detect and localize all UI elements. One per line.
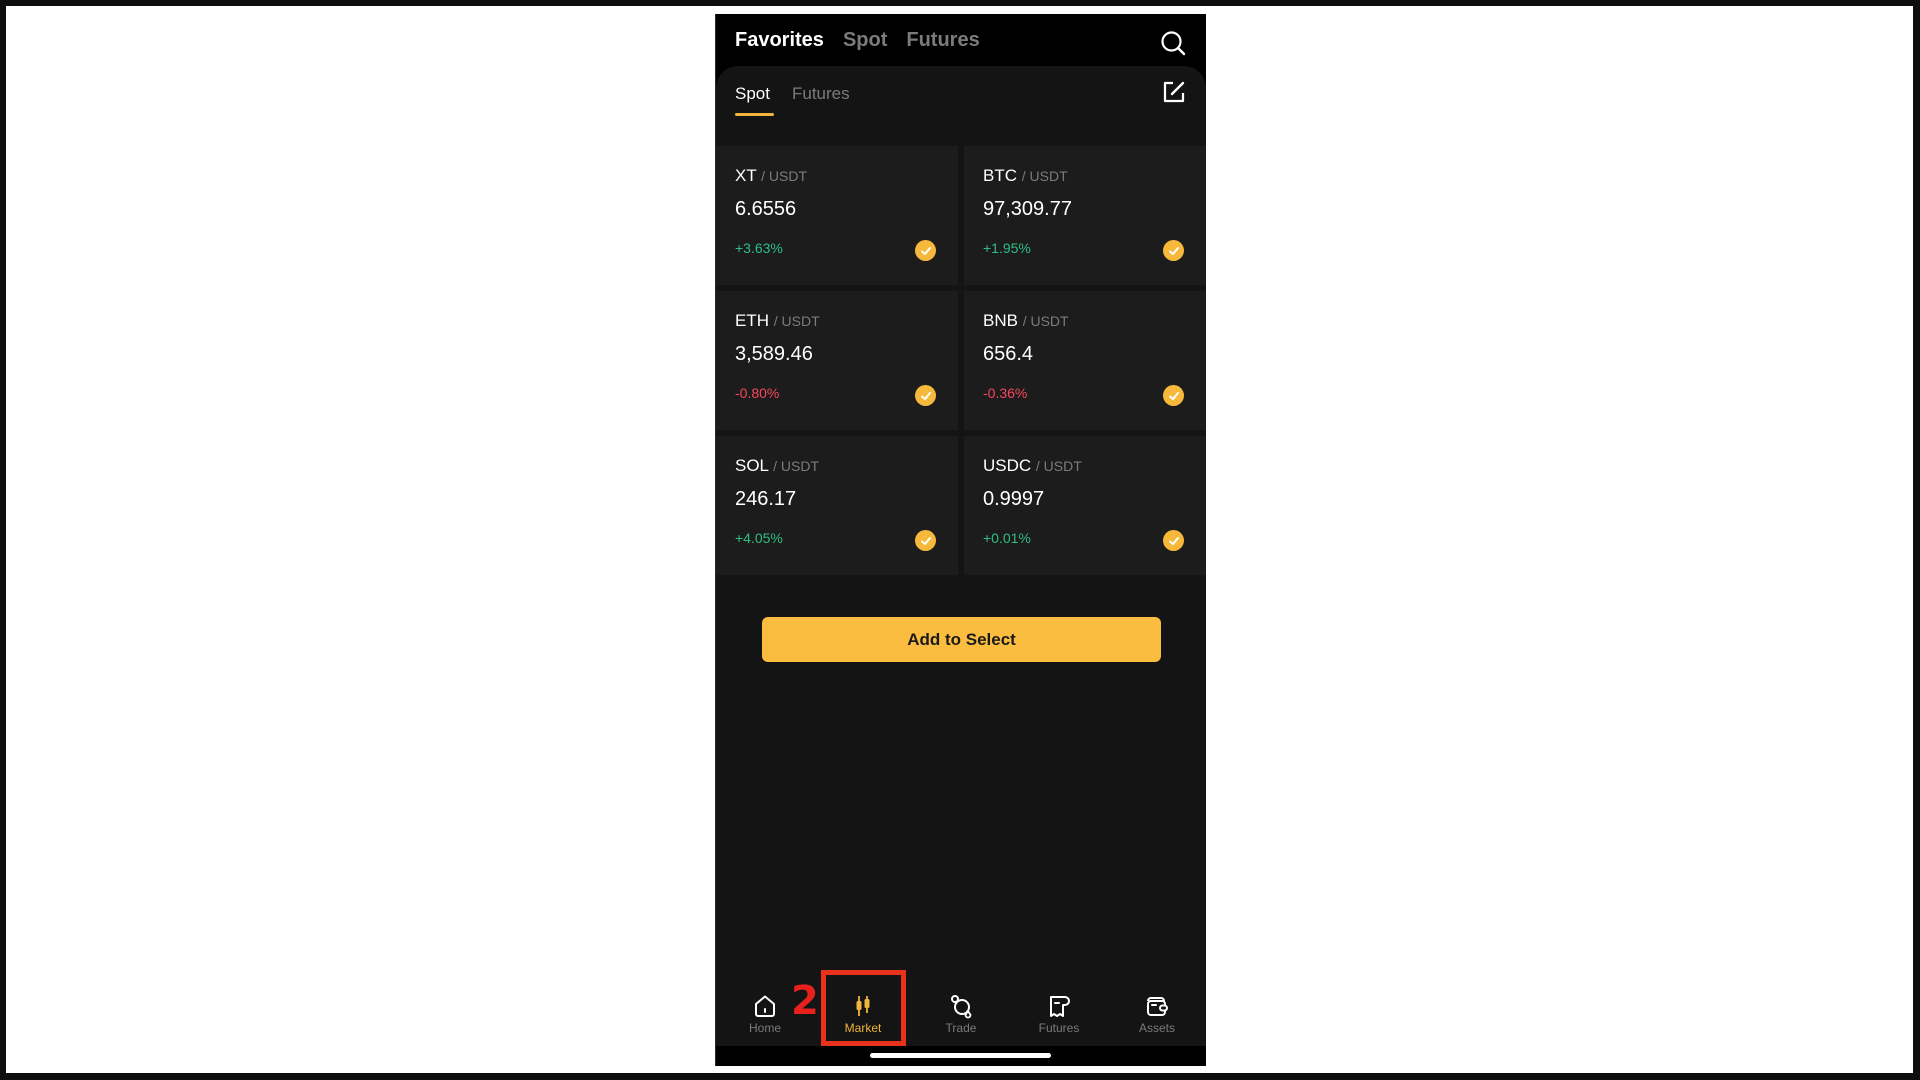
check-icon	[920, 246, 931, 255]
pair-price: 246.17	[735, 488, 797, 510]
pair-name: XT / USDT	[735, 166, 807, 186]
pair-change: +4.05%	[735, 530, 783, 546]
pair-price: 3,589.46	[735, 343, 813, 365]
home-indicator[interactable]	[870, 1053, 1051, 1058]
pair-card-xt[interactable]: XT / USDT 6.6556 +3.63%	[716, 146, 958, 285]
select-toggle[interactable]	[1163, 240, 1184, 261]
favorites-grid: XT / USDT 6.6556 +3.63% BTC / USDT 97,30…	[716, 146, 1206, 575]
base-symbol: BNB	[983, 311, 1018, 330]
search-icon	[1161, 31, 1186, 56]
nav-trade[interactable]: Trade	[912, 980, 1010, 1046]
pair-card-eth[interactable]: ETH / USDT 3,589.46 -0.80%	[716, 291, 958, 430]
pair-card-sol[interactable]: SOL / USDT 246.17 +4.05%	[716, 436, 958, 575]
annotation-step-number: 2	[791, 978, 819, 1024]
subtab-spot[interactable]: Spot	[735, 84, 774, 116]
nav-assets-label: Assets	[1138, 1021, 1175, 1035]
quote-symbol: / USDT	[1035, 458, 1082, 474]
pair-name: BNB / USDT	[983, 311, 1069, 331]
pair-price: 656.4	[983, 343, 1034, 365]
add-to-select-button[interactable]: Add to Select	[762, 617, 1161, 662]
edit-favorites-button[interactable]	[1162, 80, 1186, 104]
check-icon	[920, 536, 931, 545]
select-toggle[interactable]	[915, 530, 936, 551]
pair-change: -0.80%	[735, 385, 780, 401]
select-toggle[interactable]	[1163, 530, 1184, 551]
base-symbol: USDC	[983, 456, 1032, 475]
annotation-highlight-box	[821, 970, 906, 1046]
nav-futures[interactable]: Futures	[1010, 980, 1108, 1046]
quote-symbol: / USDT	[773, 458, 820, 474]
check-icon	[1168, 391, 1179, 400]
pair-change: +3.63%	[735, 240, 783, 256]
pair-name: USDC / USDT	[983, 456, 1082, 476]
nav-home-label: Home	[748, 1021, 781, 1035]
pair-change: +0.01%	[983, 530, 1031, 546]
select-toggle[interactable]	[915, 385, 936, 406]
home-indicator-area	[716, 1046, 1206, 1066]
pair-price: 0.9997	[983, 488, 1045, 510]
base-symbol: ETH	[735, 311, 769, 330]
base-symbol: XT	[735, 166, 757, 185]
select-toggle[interactable]	[1163, 385, 1184, 406]
pair-name: BTC / USDT	[983, 166, 1068, 186]
tab-futures[interactable]: Futures	[906, 29, 979, 52]
pair-price: 97,309.77	[983, 198, 1072, 220]
quote-symbol: / USDT	[1021, 168, 1068, 184]
market-category-tabs: Favorites Spot Futures	[716, 14, 1206, 66]
quote-symbol: / USDT	[761, 168, 808, 184]
futures-icon	[1050, 996, 1070, 1017]
pair-card-btc[interactable]: BTC / USDT 97,309.77 +1.95%	[964, 146, 1206, 285]
edit-icon	[1163, 81, 1185, 103]
favorites-panel: Spot Futures XT / USDT 6.6556 +3.63% BTC…	[716, 66, 1206, 1046]
search-button[interactable]	[1160, 30, 1186, 56]
select-toggle[interactable]	[915, 240, 936, 261]
nav-assets[interactable]: Assets	[1108, 980, 1206, 1046]
subtab-futures[interactable]: Futures	[792, 84, 850, 116]
nav-futures-label: Futures	[1038, 1021, 1080, 1035]
pair-change: +1.95%	[983, 240, 1031, 256]
quote-symbol: / USDT	[1022, 313, 1069, 329]
base-symbol: SOL	[735, 456, 769, 475]
pair-name: SOL / USDT	[735, 456, 819, 476]
nav-trade-label: Trade	[945, 1021, 977, 1035]
quote-symbol: / USDT	[773, 313, 820, 329]
pair-change: -0.36%	[983, 385, 1028, 401]
check-icon	[1168, 536, 1179, 545]
pair-card-bnb[interactable]: BNB / USDT 656.4 -0.36%	[964, 291, 1206, 430]
tab-spot[interactable]: Spot	[843, 29, 887, 52]
base-symbol: BTC	[983, 166, 1017, 185]
pair-name: ETH / USDT	[735, 311, 820, 331]
home-icon	[755, 995, 775, 1017]
pair-price: 6.6556	[735, 198, 797, 220]
trade-icon	[951, 995, 972, 1019]
bottom-navigation: Home Market Trade Futures Assets	[716, 980, 1206, 1046]
tab-favorites[interactable]: Favorites	[735, 29, 824, 52]
phone-screen: Favorites Spot Futures Spot Futures XT /…	[715, 14, 1206, 1066]
check-icon	[1168, 246, 1179, 255]
wallet-icon	[1147, 997, 1168, 1016]
pair-card-usdc[interactable]: USDC / USDT 0.9997 +0.01%	[964, 436, 1206, 575]
check-icon	[920, 391, 931, 400]
favorites-sub-tabs: Spot Futures	[735, 84, 872, 116]
